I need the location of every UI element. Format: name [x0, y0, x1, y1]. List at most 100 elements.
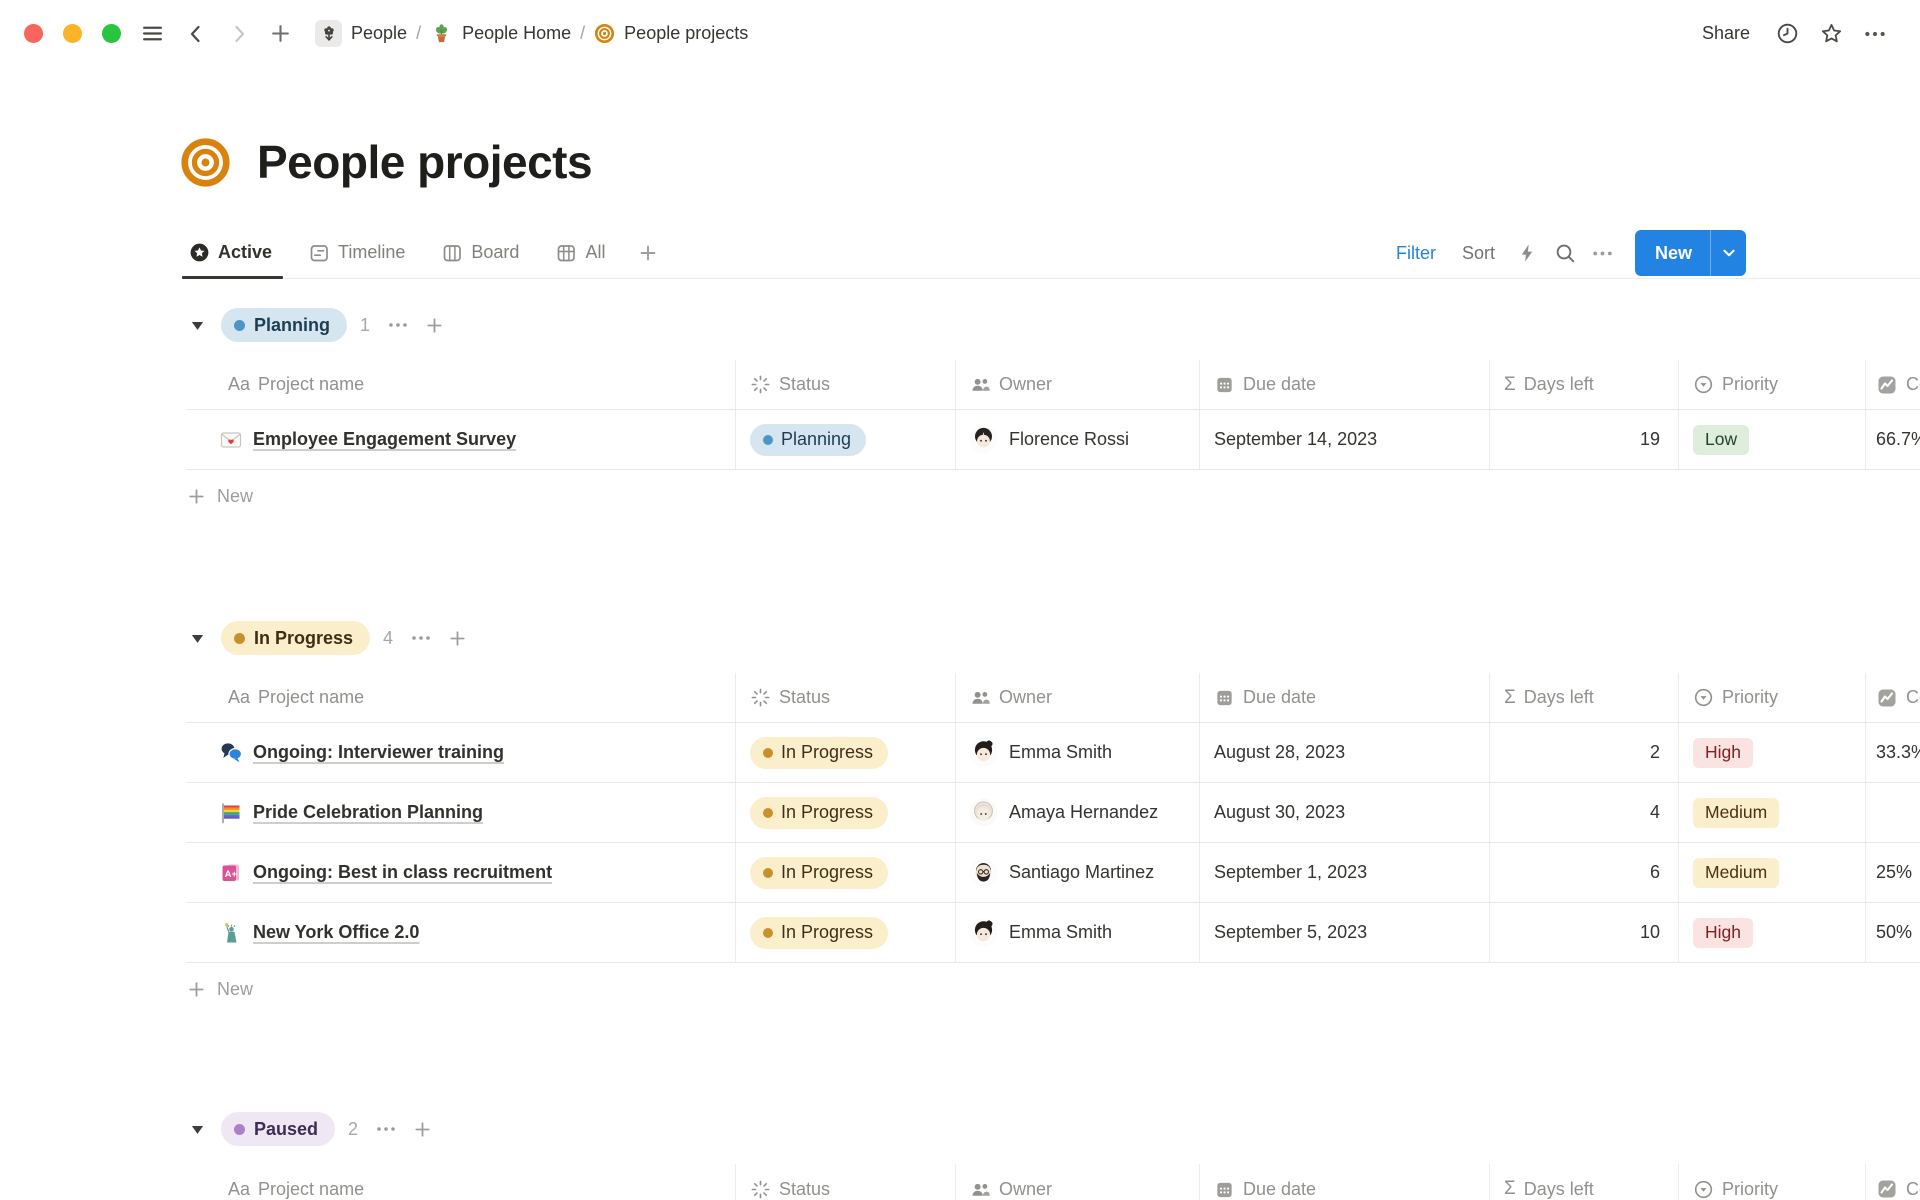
column-label: Due date	[1243, 687, 1316, 708]
filter-button[interactable]: Filter	[1388, 239, 1444, 268]
column-header-days-left[interactable]: ΣDays left	[1490, 1164, 1679, 1200]
tab-board[interactable]: Board	[438, 227, 522, 278]
tab-timeline[interactable]: Timeline	[305, 227, 408, 278]
column-header-completion[interactable]: Completion	[1866, 360, 1920, 409]
sidebar-menu-button[interactable]	[137, 19, 167, 49]
cell-priority[interactable]: Medium	[1679, 843, 1866, 902]
project-link[interactable]: New York Office 2.0	[218, 920, 419, 946]
column-header-completion[interactable]: Completion	[1866, 673, 1920, 722]
group-pill-planning[interactable]: Planning	[221, 308, 347, 342]
new-button[interactable]: New	[1635, 230, 1710, 276]
collapse-toggle-icon[interactable]	[188, 1120, 207, 1139]
column-header-project-name[interactable]: AaProject name	[186, 1164, 736, 1200]
column-header-project-name[interactable]: AaProject name	[186, 360, 736, 409]
column-header-due-date[interactable]: Due date	[1200, 673, 1490, 722]
breadcrumb-people-home[interactable]: People Home	[430, 22, 571, 46]
automations-button[interactable]	[1513, 239, 1541, 267]
cell-days-left[interactable]: 2	[1490, 723, 1679, 782]
close-window-button[interactable]	[24, 24, 43, 43]
cell-days-left[interactable]: 4	[1490, 783, 1679, 842]
cell-status[interactable]: In Progress	[736, 843, 956, 902]
group-options-button[interactable]	[372, 1115, 400, 1143]
favorite-button[interactable]	[1816, 19, 1846, 49]
project-link[interactable]: Ongoing: Best in class recruitment	[218, 860, 552, 886]
column-header-status[interactable]: Status	[736, 1164, 956, 1200]
new-page-button[interactable]	[265, 19, 295, 49]
tab-active[interactable]: Active	[186, 227, 275, 278]
cell-owner[interactable]: Emma Smith	[956, 903, 1200, 962]
cell-completion[interactable]: 50%	[1866, 903, 1920, 962]
collapse-toggle-icon[interactable]	[188, 629, 207, 648]
cell-priority[interactable]: High	[1679, 903, 1866, 962]
cell-due-date[interactable]: August 30, 2023	[1200, 783, 1490, 842]
forward-button[interactable]	[224, 19, 254, 49]
add-view-button[interactable]	[634, 239, 662, 267]
view-options-button[interactable]	[1589, 239, 1617, 267]
column-header-priority[interactable]: Priority	[1679, 360, 1866, 409]
cell-completion[interactable]: 33.3%	[1866, 723, 1920, 782]
cell-owner[interactable]: Florence Rossi	[956, 410, 1200, 469]
column-header-priority[interactable]: Priority	[1679, 1164, 1866, 1200]
group-add-button[interactable]	[443, 624, 471, 652]
group-add-button[interactable]	[420, 311, 448, 339]
sort-button[interactable]: Sort	[1454, 239, 1503, 268]
cell-priority[interactable]: Medium	[1679, 783, 1866, 842]
cell-days-left[interactable]: 10	[1490, 903, 1679, 962]
search-button[interactable]	[1551, 239, 1579, 267]
project-link[interactable]: Ongoing: Interviewer training	[218, 740, 504, 766]
column-header-completion[interactable]: Completion	[1866, 1164, 1920, 1200]
cell-priority[interactable]: High	[1679, 723, 1866, 782]
column-header-project-name[interactable]: AaProject name	[186, 673, 736, 722]
more-options-button[interactable]	[1860, 19, 1890, 49]
updates-button[interactable]	[1772, 19, 1802, 49]
minimize-window-button[interactable]	[63, 24, 82, 43]
project-link[interactable]: Employee Engagement Survey	[218, 427, 516, 453]
new-dropdown-button[interactable]	[1710, 230, 1746, 276]
cell-status[interactable]: In Progress	[736, 903, 956, 962]
column-header-days-left[interactable]: ΣDays left	[1490, 360, 1679, 409]
cell-status[interactable]: In Progress	[736, 723, 956, 782]
project-link[interactable]: Pride Celebration Planning	[218, 800, 483, 826]
breadcrumb-people-projects[interactable]: People projects	[594, 23, 748, 45]
column-header-due-date[interactable]: Due date	[1200, 360, 1490, 409]
cell-completion[interactable]	[1866, 783, 1920, 842]
collapse-toggle-icon[interactable]	[188, 316, 207, 335]
group-pill-paused[interactable]: Paused	[221, 1112, 335, 1146]
new-row-button[interactable]: New	[186, 963, 253, 1015]
group-options-button[interactable]	[407, 624, 435, 652]
cell-completion[interactable]: 66.7%	[1866, 410, 1920, 469]
column-header-status[interactable]: Status	[736, 673, 956, 722]
page-title[interactable]: People projects	[257, 135, 592, 189]
column-header-owner[interactable]: Owner	[956, 360, 1200, 409]
cell-days-left[interactable]: 6	[1490, 843, 1679, 902]
cell-status[interactable]: In Progress	[736, 783, 956, 842]
column-header-status[interactable]: Status	[736, 360, 956, 409]
cell-completion[interactable]: 25%	[1866, 843, 1920, 902]
cell-status[interactable]: Planning	[736, 410, 956, 469]
column-header-days-left[interactable]: ΣDays left	[1490, 673, 1679, 722]
cell-due-date[interactable]: August 28, 2023	[1200, 723, 1490, 782]
tab-all[interactable]: All	[552, 227, 608, 278]
zoom-window-button[interactable]	[102, 24, 121, 43]
breadcrumb-people[interactable]: People	[315, 20, 407, 47]
cell-due-date[interactable]: September 14, 2023	[1200, 410, 1490, 469]
cell-owner[interactable]: Amaya Hernandez	[956, 783, 1200, 842]
cell-due-date[interactable]: September 5, 2023	[1200, 903, 1490, 962]
cell-priority[interactable]: Low	[1679, 410, 1866, 469]
column-header-owner[interactable]: Owner	[956, 673, 1200, 722]
cell-days-left[interactable]: 19	[1490, 410, 1679, 469]
cell-owner[interactable]: Santiago Martinez	[956, 843, 1200, 902]
column-header-owner[interactable]: Owner	[956, 1164, 1200, 1200]
new-row-button[interactable]: New	[186, 470, 253, 522]
group-options-button[interactable]	[384, 311, 412, 339]
back-button[interactable]	[181, 19, 211, 49]
share-button[interactable]: Share	[1694, 19, 1758, 48]
group-add-button[interactable]	[408, 1115, 436, 1143]
completion-value: 25%	[1876, 862, 1912, 883]
group-pill-in-progress[interactable]: In Progress	[221, 621, 370, 655]
column-header-due-date[interactable]: Due date	[1200, 1164, 1490, 1200]
cell-owner[interactable]: Emma Smith	[956, 723, 1200, 782]
cell-due-date[interactable]: September 1, 2023	[1200, 843, 1490, 902]
column-header-priority[interactable]: Priority	[1679, 673, 1866, 722]
page-target-icon[interactable]	[179, 136, 232, 189]
